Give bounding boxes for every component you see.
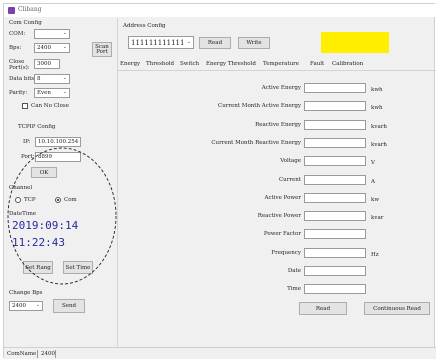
energy-row-value[interactable] — [304, 156, 366, 166]
chevron-down-icon: ⌄ — [35, 302, 40, 308]
parity-select[interactable]: Even ⌄ — [34, 88, 70, 98]
status-com-name: ComName — [7, 351, 37, 357]
title-bar: Clibang — [4, 4, 436, 17]
energy-row-label: Power Factor — [263, 231, 301, 237]
energy-row-value[interactable] — [304, 120, 366, 130]
data-bits-value: 8 — [37, 76, 41, 82]
send-button[interactable]: Send — [53, 299, 85, 313]
energy-row-unit: kw — [371, 197, 380, 203]
status-bar: ComName 2400 — [4, 347, 436, 359]
status-indicator — [321, 32, 389, 53]
energy-row-label: Frequency — [271, 250, 301, 256]
bps-value: 2400 — [37, 45, 51, 51]
energy-row-value[interactable] — [304, 101, 366, 111]
energy-row-label: Reactive Energy — [255, 122, 301, 128]
change-bps-value: 2400 — [12, 303, 26, 309]
continuous-read-button[interactable]: Continuous Read — [364, 302, 430, 315]
bps-label: Bps: — [9, 45, 22, 51]
energy-row-value[interactable] — [304, 83, 366, 93]
read-button[interactable]: Read — [299, 302, 347, 315]
address-select[interactable]: 111111111111 ⌄ — [128, 36, 194, 49]
energy-row-label: Current Month Active Energy — [218, 103, 301, 109]
tab-energy[interactable]: Energy — [120, 61, 140, 67]
close-port-label: Close Port(s): — [9, 59, 30, 71]
chevron-down-icon: ⌄ — [186, 39, 191, 45]
chevron-down-icon: ⌄ — [62, 30, 67, 36]
data-bits-select[interactable]: 8 ⌄ — [34, 74, 70, 84]
energy-row-value[interactable] — [304, 284, 366, 294]
tab-fault[interactable]: Fault — [310, 61, 324, 67]
panel-divider — [117, 18, 118, 347]
chevron-down-icon: ⌄ — [62, 44, 67, 50]
tab-energy-threshold[interactable]: Energy Threshold — [206, 61, 256, 67]
close-port-input[interactable]: 3000 — [34, 59, 60, 69]
com-label: COM: — [9, 31, 26, 37]
energy-row-label: Active Energy — [261, 85, 301, 91]
com-config-title: Com Config — [9, 20, 42, 26]
window-title: Clibang — [18, 6, 42, 13]
energy-row-value[interactable] — [304, 175, 366, 185]
tab-switch[interactable]: Switch — [180, 61, 199, 67]
tcpip-config-title: TCPIP Config — [18, 124, 56, 130]
energy-row-value[interactable] — [304, 248, 366, 258]
change-bps-title: Change Bps — [9, 290, 43, 296]
main-window: Clibang Com Config COM: ⌄ Bps: 2400 ⌄ Sc… — [3, 3, 436, 359]
can-no-close-label: Can No Close — [31, 103, 70, 109]
energy-row-label: Current — [278, 177, 301, 183]
energy-row-unit: A — [371, 179, 375, 185]
energy-row-label: Time — [287, 286, 301, 292]
energy-row-unit: kvarh — [371, 124, 387, 130]
energy-row-value[interactable] — [304, 266, 366, 276]
energy-row-unit: kvar — [371, 215, 384, 221]
can-no-close-checkbox[interactable] — [22, 103, 28, 109]
energy-row-label: Current Month Reactive Energy — [211, 140, 301, 146]
parity-value: Even — [37, 90, 51, 96]
status-separator — [37, 350, 38, 358]
energy-row-unit: kvarh — [371, 142, 387, 148]
energy-row-label: Voltage — [280, 158, 301, 164]
status-bps: 2400 — [41, 351, 55, 357]
chevron-down-icon: ⌄ — [62, 89, 67, 95]
bps-select[interactable]: 2400 ⌄ — [34, 43, 70, 53]
highlight-circle — [7, 147, 117, 285]
address-write-button[interactable]: Write — [238, 37, 270, 49]
app-icon — [8, 7, 15, 14]
scan-port-button[interactable]: Scan Port — [92, 42, 112, 57]
chevron-down-icon: ⌄ — [62, 75, 67, 81]
energy-row-value[interactable] — [304, 211, 366, 221]
energy-row-unit: kwh — [371, 87, 383, 93]
energy-row-unit: Hz — [371, 252, 379, 258]
energy-row-label: Date — [287, 268, 301, 274]
address-read-button[interactable]: Read — [199, 37, 231, 49]
tab-threshold[interactable]: Threshold — [146, 61, 174, 67]
energy-row-value[interactable] — [304, 138, 366, 148]
com-select[interactable]: ⌄ — [34, 29, 70, 39]
address-value: 111111111111 — [131, 38, 185, 47]
data-bits-label: Data bits: — [9, 76, 37, 82]
change-bps-select[interactable]: 2400 ⌄ — [9, 301, 43, 311]
tab-temperature[interactable]: Temperature — [263, 61, 299, 67]
energy-row-label: Active Power — [264, 195, 301, 201]
tab-divider — [118, 70, 436, 71]
energy-row-label: Reactive Power — [257, 213, 301, 219]
parity-label: Parity: — [9, 90, 28, 96]
energy-row-unit: kwh — [371, 105, 383, 111]
energy-row-unit: V — [371, 160, 375, 166]
address-config-title: Address Config — [123, 23, 166, 29]
energy-row-value[interactable] — [304, 229, 366, 239]
tab-calibration[interactable]: Calibration — [332, 61, 363, 67]
energy-row-value[interactable] — [304, 193, 366, 203]
status-separator — [55, 350, 56, 358]
